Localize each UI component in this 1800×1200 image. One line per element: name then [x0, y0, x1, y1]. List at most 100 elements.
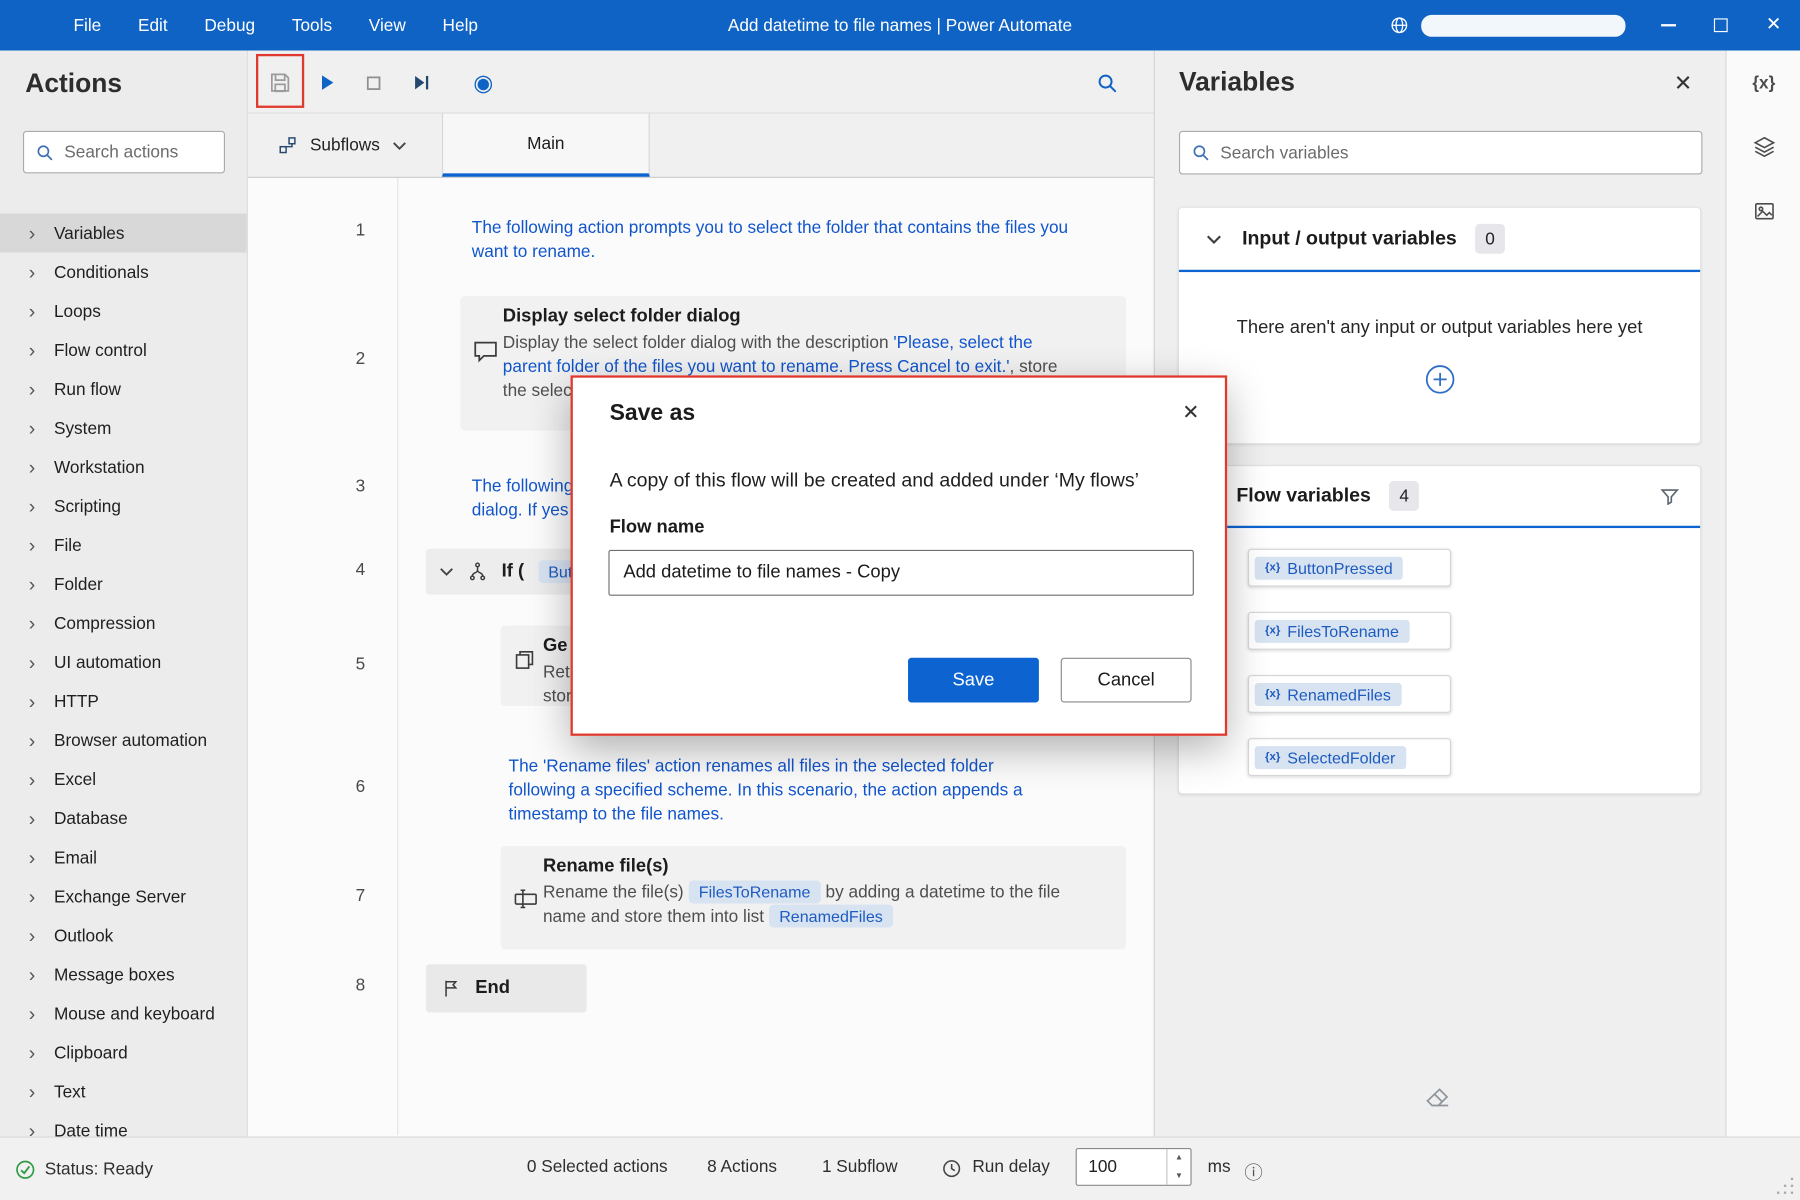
save-as-dialog: Save as ✕ A copy of this flow will be cr… — [571, 375, 1228, 735]
close-window-button[interactable]: ✕ — [1747, 0, 1800, 51]
sidebar-item-browser-automation[interactable]: ›Browser automation — [0, 721, 247, 760]
menu-tools[interactable]: Tools — [273, 0, 350, 51]
stop-button[interactable] — [352, 62, 393, 103]
flow-name-label: Flow name — [610, 518, 705, 539]
maximize-button[interactable] — [1694, 0, 1747, 51]
sidebar-item-outlook[interactable]: ›Outlook — [0, 916, 247, 955]
action-end[interactable]: End — [426, 964, 587, 1012]
variables-close-button[interactable]: ✕ — [1674, 71, 1692, 97]
run-delay-input[interactable] — [1077, 1149, 1160, 1185]
sidebar-item-label: Scripting — [54, 496, 121, 516]
menu-view[interactable]: View — [350, 0, 424, 51]
sidebar-item-email[interactable]: ›Email — [0, 838, 247, 877]
sidebar-item-folder[interactable]: ›Folder — [0, 565, 247, 604]
comment-action-select-folder[interactable]: The following action prompts you to sele… — [472, 216, 1075, 264]
sidebar-item-flow-control[interactable]: ›Flow control — [0, 331, 247, 370]
close-icon: ✕ — [1766, 16, 1781, 34]
row-number: 1 — [347, 220, 375, 240]
spinner-up-button[interactable]: ▲ — [1167, 1149, 1190, 1167]
resize-grip[interactable] — [1775, 1176, 1796, 1197]
ui-elements-pane-toggle[interactable] — [1727, 115, 1800, 179]
row-number: 7 — [347, 886, 375, 906]
record-button[interactable]: ◉ — [463, 62, 504, 103]
action-rename-files[interactable]: Rename file(s) Rename the file(s) FilesT… — [501, 846, 1127, 949]
variables-search[interactable] — [1179, 131, 1702, 175]
variable-pill: {x}RenamedFiles — [1255, 682, 1402, 705]
sidebar-item-clipboard[interactable]: ›Clipboard — [0, 1033, 247, 1072]
sidebar-item-scripting[interactable]: ›Scripting — [0, 487, 247, 526]
save-label: Save — [953, 670, 995, 691]
actions-search-input[interactable] — [64, 142, 212, 162]
sidebar-item-database[interactable]: ›Database — [0, 799, 247, 838]
sidebar-item-system[interactable]: ›System — [0, 409, 247, 448]
info-icon[interactable]: ⓘ — [1244, 1157, 1262, 1185]
sidebar-item-text[interactable]: ›Text — [0, 1072, 247, 1111]
run-next-action-button[interactable] — [401, 62, 442, 103]
chevron-right-icon: › — [29, 536, 38, 556]
sidebar-item-label: Text — [54, 1082, 86, 1102]
save-dialog-button[interactable]: Save — [908, 658, 1039, 703]
run-button[interactable] — [307, 62, 348, 103]
variable-row-buttonpressed[interactable]: {x}ButtonPressed — [1248, 549, 1451, 587]
menu-file[interactable]: File — [55, 0, 119, 51]
sidebar-item-label: HTTP — [54, 692, 99, 712]
minimize-button[interactable] — [1642, 0, 1695, 51]
flow-variables-title: Flow variables — [1236, 484, 1371, 507]
images-pane-toggle[interactable] — [1727, 179, 1800, 243]
chevron-down-icon[interactable] — [1207, 234, 1222, 244]
sidebar-item-run-flow[interactable]: ›Run flow — [0, 370, 247, 409]
sidebar-item-excel[interactable]: ›Excel — [0, 760, 247, 799]
row-number: 6 — [347, 777, 375, 797]
flag-icon — [442, 978, 460, 999]
variables-search-input[interactable] — [1220, 143, 1690, 163]
sidebar-item-file[interactable]: ›File — [0, 526, 247, 565]
subflows-dropdown[interactable]: Subflows — [269, 114, 416, 177]
flow-variables-header: Flow variables 4 — [1179, 466, 1700, 528]
actions-search[interactable] — [23, 131, 225, 173]
sidebar-item-loops[interactable]: ›Loops — [0, 292, 247, 331]
redacted-account-name[interactable] — [1421, 14, 1625, 36]
tab-label: Main — [527, 134, 564, 154]
comment-action-rename[interactable]: The 'Rename files' action renames all fi… — [509, 754, 1049, 826]
chevron-right-icon: › — [29, 575, 38, 595]
sidebar-item-label: Excel — [54, 770, 96, 790]
close-icon: ✕ — [1182, 401, 1199, 424]
sidebar-item-ui-automation[interactable]: ›UI automation — [0, 643, 247, 682]
menu-help[interactable]: Help — [424, 0, 496, 51]
save-button[interactable] — [259, 62, 300, 103]
chevron-right-icon: › — [29, 926, 38, 946]
eraser-icon[interactable] — [1423, 1086, 1451, 1109]
variables-pane-toggle[interactable]: {x} — [1727, 51, 1800, 115]
sidebar-item-compression[interactable]: ›Compression — [0, 604, 247, 643]
menu-edit[interactable]: Edit — [120, 0, 186, 51]
run-delay-input-wrapper: ▲ ▼ — [1076, 1148, 1192, 1186]
row-number: 3 — [347, 476, 375, 496]
chevron-down-icon[interactable] — [440, 567, 454, 576]
action-title: Display select folder dialog — [503, 307, 1126, 328]
sidebar-item-variables[interactable]: ›Variables — [0, 214, 247, 253]
variable-row-filestorename[interactable]: {x}FilesToRename — [1248, 612, 1451, 650]
filter-icon[interactable] — [1660, 487, 1680, 504]
sidebar-item-message-boxes[interactable]: ›Message boxes — [0, 955, 247, 994]
spinner-down-button[interactable]: ▼ — [1167, 1167, 1190, 1185]
chevron-right-icon: › — [29, 809, 38, 829]
sidebar-item-conditionals[interactable]: ›Conditionals — [0, 253, 247, 292]
tab-main-subflow[interactable]: Main — [442, 114, 650, 177]
dialog-close-button[interactable]: ✕ — [1182, 401, 1199, 425]
toolbar-search-button[interactable] — [1086, 62, 1127, 103]
add-io-variable-button[interactable] — [1179, 364, 1700, 395]
cancel-dialog-button[interactable]: Cancel — [1061, 658, 1192, 703]
sidebar-item-workstation[interactable]: ›Workstation — [0, 448, 247, 487]
flow-name-input[interactable] — [608, 550, 1193, 596]
sidebar-item-label: Browser automation — [54, 731, 207, 751]
search-icon — [1192, 143, 1210, 161]
menu-debug[interactable]: Debug — [186, 0, 273, 51]
variable-row-selectedfolder[interactable]: {x}SelectedFolder — [1248, 738, 1451, 776]
status-bar: Status: Ready 0 Selected actions 8 Actio… — [0, 1136, 1800, 1200]
variable-row-renamedfiles[interactable]: {x}RenamedFiles — [1248, 675, 1451, 713]
sidebar-item-mouse-and-keyboard[interactable]: ›Mouse and keyboard — [0, 994, 247, 1033]
sidebar-item-label: UI automation — [54, 653, 161, 673]
sidebar-item-http[interactable]: ›HTTP — [0, 682, 247, 721]
sidebar-item-exchange-server[interactable]: ›Exchange Server — [0, 877, 247, 916]
sidebar-item-date-time[interactable]: ›Date time — [0, 1111, 247, 1136]
